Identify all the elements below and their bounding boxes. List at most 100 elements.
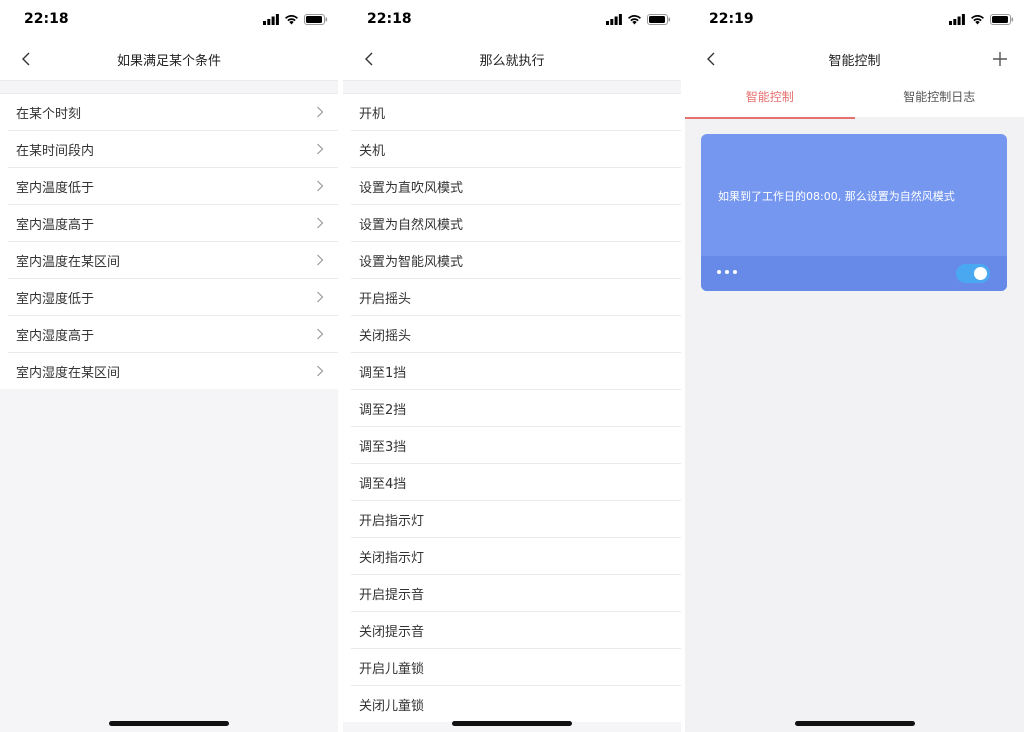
list-item-label: 设置为智能风模式 (359, 254, 464, 270)
list-item-label: 关闭儿童锁 (359, 698, 425, 714)
action-screen: 22:18 那么就执行 开机 关机 设置为直吹风模式 设置为自然风模式 设置为智… (343, 0, 681, 732)
page-title: 智能控制 (828, 54, 881, 69)
list-item[interactable]: 开启儿童锁 (351, 649, 681, 686)
list-item-label: 在某个时刻 (16, 106, 82, 122)
home-indicator (452, 721, 572, 726)
list-item[interactable]: 调至3挡 (351, 427, 681, 464)
list-item[interactable]: 室内湿度低于 (8, 279, 338, 316)
dot (725, 270, 729, 274)
plus-icon[interactable] (990, 49, 1010, 69)
list-item-label: 关闭提示音 (359, 624, 425, 640)
status-time: 22:18 (24, 11, 69, 27)
list-item[interactable]: 关闭提示音 (351, 612, 681, 649)
list-item-label: 室内温度在某区间 (16, 254, 121, 270)
dot (717, 270, 721, 274)
tab-smart-control-log[interactable]: 智能控制日志 (855, 80, 1024, 117)
chevron-right-icon (317, 106, 324, 118)
chevron-right-icon (317, 365, 324, 377)
list-item-label: 开机 (359, 106, 386, 122)
condition-list: 在某个时刻 在某时间段内 室内温度低于 室内温度高于 室内温度在某区间 室内湿度… (0, 93, 338, 389)
list-item-label: 室内湿度高于 (16, 328, 95, 344)
status-icons (949, 12, 1014, 26)
list-item-label: 设置为自然风模式 (359, 217, 464, 233)
list-item[interactable]: 调至4挡 (351, 464, 681, 501)
status-time: 22:18 (367, 11, 412, 27)
list-item[interactable]: 室内温度高于 (8, 205, 338, 242)
chevron-right-icon (317, 143, 324, 155)
list-item-label: 调至4挡 (359, 476, 407, 492)
nav-bar: 那么就执行 (343, 38, 681, 81)
list-item-label: 开启提示音 (359, 587, 425, 603)
wifi-icon (628, 14, 641, 24)
automation-rule-text: 如果到了工作日的08:00, 那么设置为自然风模式 (718, 190, 955, 203)
list-item[interactable]: 设置为智能风模式 (351, 242, 681, 279)
automation-card[interactable]: 如果到了工作日的08:00, 那么设置为自然风模式 (701, 134, 1007, 291)
list-item[interactable]: 在某时间段内 (8, 131, 338, 168)
battery-icon (304, 13, 328, 25)
cellular-signal-icon (263, 13, 279, 25)
list-item[interactable]: 关机 (351, 131, 681, 168)
list-item-label: 关闭指示灯 (359, 550, 425, 566)
list-item[interactable]: 关闭摇头 (351, 316, 681, 353)
list-item[interactable]: 设置为自然风模式 (351, 205, 681, 242)
tab-smart-control[interactable]: 智能控制 (685, 80, 855, 119)
list-item-label: 室内湿度在某区间 (16, 365, 121, 381)
automation-toggle[interactable] (956, 264, 990, 283)
list-item[interactable]: 开机 (351, 94, 681, 131)
status-bar: 22:18 (343, 0, 681, 38)
list-item[interactable]: 开启指示灯 (351, 501, 681, 538)
tab-bar: 智能控制 智能控制日志 (685, 80, 1024, 119)
more-dots-icon[interactable] (717, 270, 737, 274)
status-bar: 22:18 (0, 0, 338, 38)
list-item-label: 开启指示灯 (359, 513, 425, 529)
chevron-right-icon (317, 291, 324, 303)
list-item-label: 关闭摇头 (359, 328, 412, 344)
chevron-right-icon (317, 328, 324, 340)
action-list: 开机 关机 设置为直吹风模式 设置为自然风模式 设置为智能风模式 开启摇头 关闭… (343, 93, 681, 722)
home-indicator (794, 721, 915, 726)
list-item-label: 设置为直吹风模式 (359, 180, 464, 196)
home-indicator (109, 721, 229, 726)
page-title: 那么就执行 (479, 54, 545, 69)
list-item[interactable]: 室内温度在某区间 (8, 242, 338, 279)
dot (733, 270, 737, 274)
battery-icon (990, 13, 1014, 25)
cellular-signal-icon (949, 13, 965, 25)
wifi-icon (285, 14, 298, 24)
list-item[interactable]: 关闭儿童锁 (351, 686, 681, 722)
status-icons (606, 12, 671, 26)
list-item[interactable]: 室内温度低于 (8, 168, 338, 205)
list-item[interactable]: 设置为直吹风模式 (351, 168, 681, 205)
nav-bar: 智能控制 (685, 38, 1024, 80)
page-title: 如果满足某个条件 (116, 54, 221, 69)
status-bar: 22:19 (685, 0, 1024, 38)
card-footer (701, 256, 1007, 291)
list-item-label: 开启摇头 (359, 291, 412, 307)
chevron-right-icon (317, 180, 324, 192)
list-item[interactable]: 关闭指示灯 (351, 538, 681, 575)
chevron-right-icon (317, 254, 324, 266)
nav-bar: 如果满足某个条件 (0, 38, 338, 81)
condition-screen: 22:18 如果满足某个条件 在某个时刻 在某时间段内 室内温度低于 室内温度高… (0, 0, 338, 732)
list-item[interactable]: 在某个时刻 (8, 94, 338, 131)
status-icons (263, 12, 328, 26)
list-item-label: 室内湿度低于 (16, 291, 95, 307)
toggle-knob (974, 267, 987, 280)
list-item[interactable]: 室内湿度高于 (8, 316, 338, 353)
list-item[interactable]: 调至2挡 (351, 390, 681, 427)
list-item[interactable]: 室内湿度在某区间 (8, 353, 338, 389)
wifi-icon (971, 14, 984, 24)
list-item[interactable]: 开启摇头 (351, 279, 681, 316)
list-item-label: 调至3挡 (359, 439, 407, 455)
list-item-label: 室内温度低于 (16, 180, 95, 196)
battery-icon (647, 13, 671, 25)
list-item-label: 调至1挡 (359, 365, 407, 381)
list-item-label: 在某时间段内 (16, 143, 95, 159)
chevron-right-icon (317, 217, 324, 229)
list-item[interactable]: 调至1挡 (351, 353, 681, 390)
list-item-label: 关机 (359, 143, 386, 159)
list-item-label: 室内温度高于 (16, 217, 95, 233)
list-item[interactable]: 开启提示音 (351, 575, 681, 612)
cellular-signal-icon (606, 13, 622, 25)
list-item-label: 调至2挡 (359, 402, 407, 418)
